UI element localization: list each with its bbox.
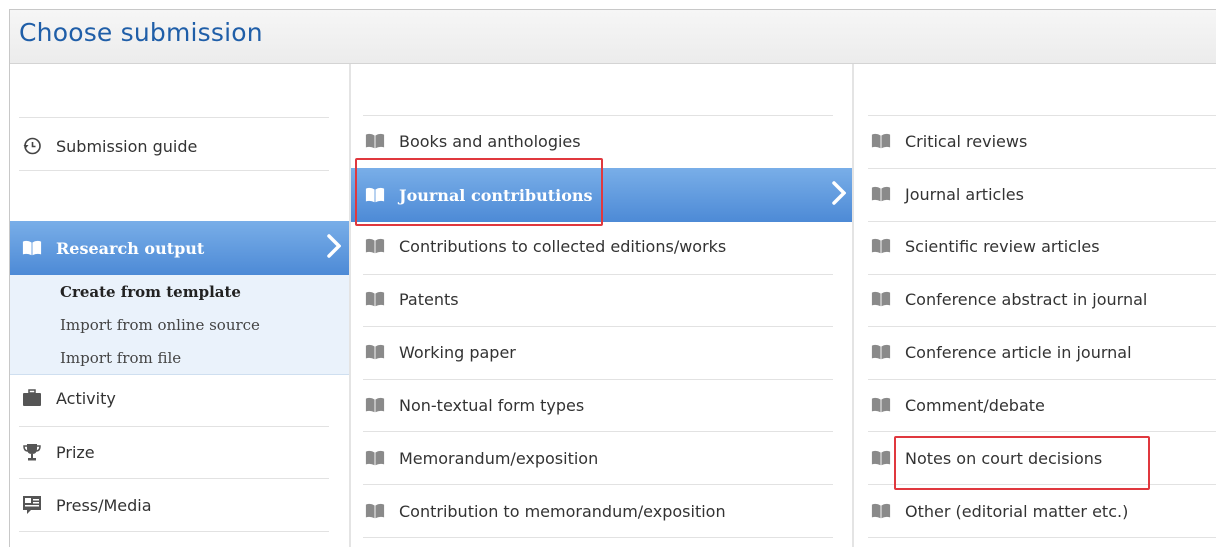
book-icon [871, 236, 891, 256]
sidebar-item-activity[interactable]: Activity [22, 378, 116, 418]
list-item-label: Working paper [399, 342, 516, 362]
press-media-icon [22, 495, 42, 515]
middle-column: Books and anthologies Journal contributi… [349, 64, 854, 547]
list-item-label: Contribution to memorandum/exposition [399, 501, 726, 521]
book-icon [365, 236, 385, 256]
research-output-submenu: Create from template Import from online … [10, 275, 349, 375]
list-item-scientific-review-articles[interactable]: Scientific review articles [871, 226, 1100, 266]
briefcase-icon [22, 388, 42, 408]
book-icon [871, 395, 891, 415]
left-column: Submission guide Research output Create … [10, 64, 349, 547]
list-item-label: Comment/debate [905, 395, 1045, 415]
submission-guide-label: Submission guide [56, 136, 198, 156]
list-item-label: Journal articles [905, 184, 1024, 204]
book-icon [871, 131, 891, 151]
right-column: Critical reviews Journal articles Scient… [852, 64, 1216, 547]
book-icon [871, 184, 891, 204]
list-item-journal-articles[interactable]: Journal articles [871, 174, 1024, 214]
list-item-label: Contributions to collected editions/work… [399, 236, 727, 256]
book-icon [365, 395, 385, 415]
list-item-books-anthologies[interactable]: Books and anthologies [365, 121, 581, 161]
sidebar-item-research-output[interactable]: Research output [10, 221, 349, 275]
import-from-online-source-link[interactable]: Import from online source [60, 316, 260, 334]
journal-contributions-label: Journal contributions [399, 185, 593, 205]
list-item-critical-reviews[interactable]: Critical reviews [871, 121, 1027, 161]
list-item-notes-court-decisions[interactable]: Notes on court decisions [871, 438, 1102, 478]
book-icon [22, 238, 42, 258]
dialog-titlebar: Choose submission [10, 10, 1216, 64]
list-item-label: Scientific review articles [905, 236, 1100, 256]
list-item-label: Memorandum/exposition [399, 448, 599, 468]
activity-label: Activity [56, 388, 116, 408]
press-media-label: Press/Media [56, 495, 152, 515]
book-icon [365, 342, 385, 362]
list-item-label: Patents [399, 289, 459, 309]
list-item-contribution-memorandum[interactable]: Contribution to memorandum/exposition [365, 491, 726, 531]
import-from-file-link[interactable]: Import from file [60, 349, 181, 367]
chevron-right-icon [327, 234, 342, 262]
list-item-patents[interactable]: Patents [365, 279, 459, 319]
book-icon [871, 289, 891, 309]
list-item-working-paper[interactable]: Working paper [365, 332, 516, 372]
list-item-other-editorial[interactable]: Other (editorial matter etc.) [871, 491, 1128, 531]
book-icon [365, 131, 385, 151]
list-item-label: Other (editorial matter etc.) [905, 501, 1129, 521]
book-icon [365, 501, 385, 521]
book-icon [871, 501, 891, 521]
trophy-icon [22, 442, 42, 462]
history-icon [22, 136, 42, 156]
list-item-label: Conference abstract in journal [905, 289, 1148, 309]
submission-guide-item[interactable]: Submission guide [22, 126, 197, 166]
list-item-journal-contributions[interactable]: Journal contributions [351, 168, 854, 222]
list-item-label: Notes on court decisions [905, 448, 1103, 468]
choose-submission-dialog: Choose submission Submission guide Resea… [9, 9, 1216, 547]
research-output-label: Research output [56, 238, 205, 258]
prize-label: Prize [56, 442, 95, 462]
chevron-right-icon [832, 181, 847, 209]
book-icon [871, 342, 891, 362]
sidebar-item-press-media[interactable]: Press/Media [22, 485, 152, 525]
sidebar-item-prize[interactable]: Prize [22, 432, 95, 472]
list-item-label: Conference article in journal [905, 342, 1132, 362]
create-from-template-link[interactable]: Create from template [60, 283, 241, 301]
list-item-memorandum[interactable]: Memorandum/exposition [365, 438, 598, 478]
book-icon [871, 448, 891, 468]
list-item-label: Books and anthologies [399, 131, 581, 151]
list-item-conference-abstract[interactable]: Conference abstract in journal [871, 279, 1147, 319]
list-item-label: Non-textual form types [399, 395, 585, 415]
list-item-collected-editions[interactable]: Contributions to collected editions/work… [365, 226, 726, 266]
list-item-label: Critical reviews [905, 131, 1028, 151]
dialog-title: Choose submission [19, 18, 263, 47]
book-icon [365, 185, 385, 205]
list-item-non-textual[interactable]: Non-textual form types [365, 385, 584, 425]
book-icon [365, 448, 385, 468]
list-item-conference-article[interactable]: Conference article in journal [871, 332, 1132, 372]
list-item-comment-debate[interactable]: Comment/debate [871, 385, 1045, 425]
book-icon [365, 289, 385, 309]
